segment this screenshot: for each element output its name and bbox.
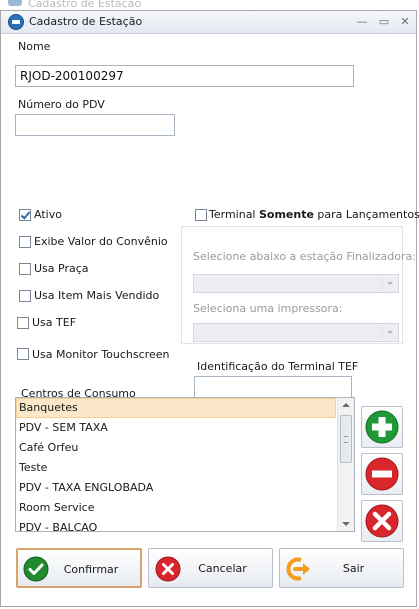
chevron-down-icon xyxy=(382,276,397,291)
list-item[interactable]: Room Service xyxy=(16,498,336,518)
cancelar-button[interactable]: Cancelar xyxy=(148,548,273,588)
clear-centros-button[interactable] xyxy=(361,500,403,542)
numero-pdv-label: Número do PDV xyxy=(18,98,105,111)
scroll-thumb[interactable] xyxy=(340,415,352,463)
minimize-button[interactable]: — xyxy=(353,14,371,30)
usa-item-mais-vendido-label[interactable]: Usa Item Mais Vendido xyxy=(34,289,159,302)
remove-centro-button[interactable] xyxy=(361,453,403,495)
window-title: Cadastro de Estação xyxy=(29,15,143,28)
close-button[interactable]: ✕ xyxy=(396,14,414,30)
list-item[interactable]: Café Orfeu xyxy=(16,438,336,458)
app-icon xyxy=(8,14,24,30)
centros-consumo-list[interactable]: Banquetes PDV - SEM TAXA Café Orfeu Teste PD… xyxy=(15,397,355,532)
exibe-valor-convenio-checkbox[interactable] xyxy=(19,236,31,248)
list-item[interactable]: PDV - SEM TAXA xyxy=(16,418,336,438)
nome-label: Nome xyxy=(18,40,51,53)
plus-circle-icon xyxy=(365,410,399,444)
scroll-up-icon[interactable] xyxy=(338,398,354,412)
confirmar-label: Confirmar xyxy=(63,563,119,576)
numero-pdv-input[interactable] xyxy=(15,114,175,136)
finalizadora-label: Selecione abaixo a estação Finalizadora: xyxy=(193,250,416,263)
nome-input[interactable]: RJOD-200100297 xyxy=(15,65,354,87)
usa-monitor-touchscreen-label[interactable]: Usa Monitor Touchscreen xyxy=(32,348,169,361)
list-item[interactable]: PDV - TAXA ENGLOBADA xyxy=(16,478,336,498)
impressora-select[interactable] xyxy=(193,323,399,342)
usa-praca-checkbox[interactable] xyxy=(19,263,31,275)
terminal-somente-lancamentos-label[interactable]: Terminal Somente para Lançamentos xyxy=(209,208,419,221)
sair-button[interactable]: Sair xyxy=(279,548,404,588)
scroll-down-icon[interactable] xyxy=(338,517,354,531)
tef-input[interactable] xyxy=(194,376,352,398)
title-bar[interactable]: Cadastro de Estação — ▭ ✕ xyxy=(1,11,416,34)
usa-monitor-touchscreen-checkbox[interactable] xyxy=(17,348,29,360)
x-circle-icon xyxy=(365,504,399,538)
maximize-button[interactable]: ▭ xyxy=(375,14,393,30)
minus-circle-icon xyxy=(365,457,399,491)
confirmar-button[interactable]: Confirmar xyxy=(16,548,142,588)
terminal-somente-lancamentos-checkbox[interactable] xyxy=(195,209,207,221)
cancelar-label: Cancelar xyxy=(198,562,247,575)
finalizadora-select[interactable] xyxy=(193,274,399,293)
tef-label: Identificação do Terminal TEF xyxy=(197,360,359,373)
impressora-label: Seleciona uma impressora: xyxy=(193,302,343,315)
usa-item-mais-vendido-checkbox[interactable] xyxy=(19,290,31,302)
list-item[interactable]: Banquetes xyxy=(16,398,336,418)
usa-tef-label[interactable]: Usa TEF xyxy=(32,316,76,329)
ativo-checkbox[interactable] xyxy=(19,209,31,221)
exibe-valor-convenio-label[interactable]: Exibe Valor do Convênio xyxy=(34,235,168,248)
chevron-down-icon xyxy=(382,325,397,340)
ativo-label[interactable]: Ativo xyxy=(34,208,62,221)
background-window-title: Cadastro de Estação xyxy=(28,0,142,8)
usa-praca-label[interactable]: Usa Praça xyxy=(34,262,89,275)
background-app-icon xyxy=(8,0,22,6)
list-items: Banquetes PDV - SEM TAXA Café Orfeu Teste PD… xyxy=(16,398,336,531)
list-item[interactable]: PDV - BALCAO xyxy=(16,518,336,531)
list-item[interactable]: Teste xyxy=(16,458,336,478)
sair-label: Sair xyxy=(342,562,365,575)
usa-tef-checkbox[interactable] xyxy=(17,317,29,329)
list-scrollbar[interactable] xyxy=(337,398,354,531)
add-centro-button[interactable] xyxy=(361,406,403,448)
